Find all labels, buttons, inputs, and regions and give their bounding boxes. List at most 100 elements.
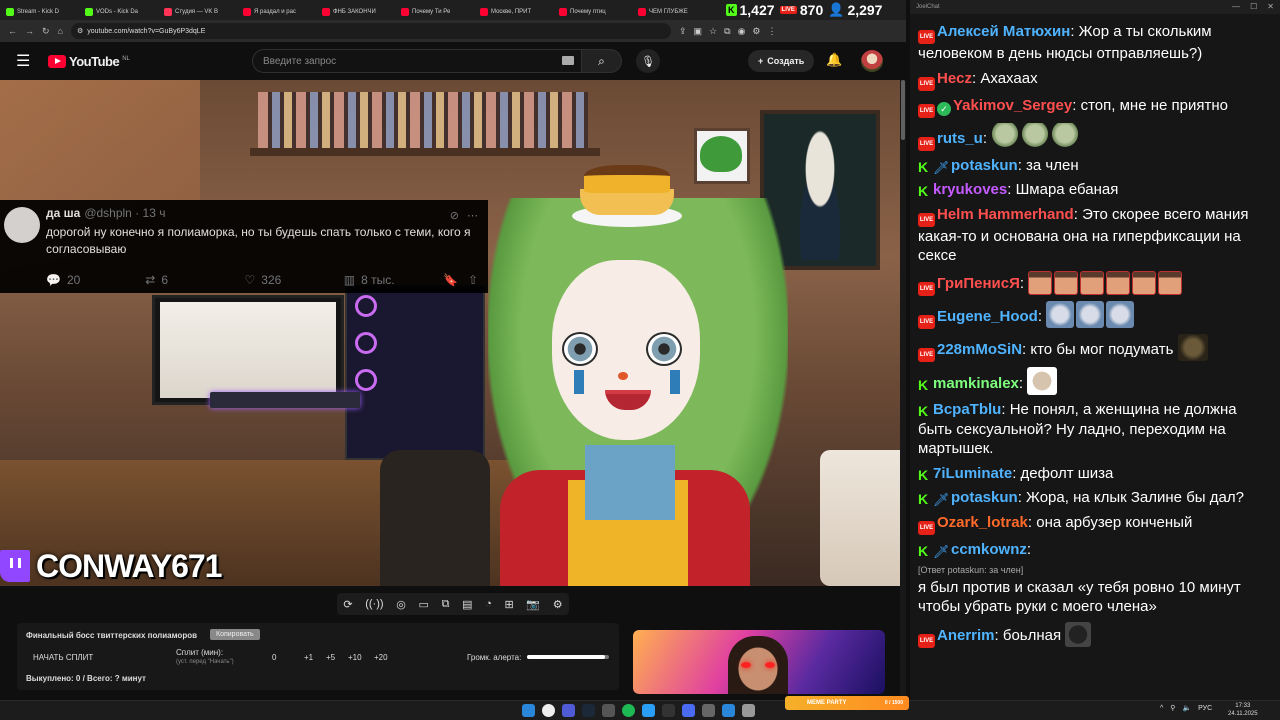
chat-username[interactable]: potaskun (951, 157, 1018, 174)
chat-username[interactable]: potaskun (951, 489, 1018, 506)
app-icon[interactable] (702, 704, 715, 717)
chat-username[interactable]: Anerrim (937, 627, 995, 644)
zoom-icon[interactable]: ⊞ (505, 598, 514, 611)
spotify-icon[interactable] (622, 704, 635, 717)
chat-message: LIVE ГриПенисЯ: (918, 270, 1274, 296)
tab-label: VODs - Kick Da (96, 8, 139, 15)
more-icon[interactable]: ⋮ (768, 26, 777, 37)
maximize-icon[interactable]: ☐ (1250, 2, 1257, 11)
youtube-logo[interactable]: YouTube NL (48, 54, 130, 69)
chat-username[interactable]: 7iLuminate (933, 465, 1012, 482)
url-field[interactable]: ⚙ youtube.com/watch?v=GuBy6P3dqLE (70, 23, 671, 39)
browser-tab[interactable]: Stream - Kick D (2, 3, 80, 20)
forward-icon[interactable]: → (25, 26, 34, 36)
menu-icon[interactable]: ☰ (16, 51, 40, 71)
create-label: Создать (767, 56, 805, 66)
browser-tab[interactable]: Я раздал и рас (239, 3, 317, 20)
notifications-bell-icon[interactable]: 🔔 (826, 52, 842, 68)
mini-player-icon[interactable]: ▤ (462, 598, 472, 611)
language-indicator[interactable]: РУС (1198, 705, 1212, 712)
video-thumbnail[interactable] (633, 630, 885, 694)
pip-icon[interactable]: ▣ (694, 26, 703, 37)
chat-username[interactable]: ccmkownz (951, 541, 1027, 558)
add-10-button[interactable]: +10 (348, 653, 362, 662)
page-scrollbar[interactable] (900, 80, 906, 700)
scrollbar-thumb[interactable] (901, 80, 905, 140)
chat-username[interactable]: ruts_u (937, 130, 983, 147)
chat-message: K 🗡potaskun: Жора, на клык Залине бы дал? (918, 488, 1274, 508)
split-minutes-value[interactable]: 0 (272, 653, 276, 662)
loop-icon[interactable]: ⟳ (343, 598, 352, 611)
close-icon[interactable]: ✕ (1267, 2, 1274, 11)
add-5-button[interactable]: +5 (326, 653, 335, 662)
browser-tab[interactable]: ЧЕМ ГЛУБЖЕ (634, 3, 712, 20)
chrome-icon[interactable] (542, 704, 555, 717)
screenshot-icon[interactable]: ◎ (396, 598, 406, 611)
create-button[interactable]: + Создать (748, 50, 815, 72)
discord-icon[interactable] (562, 704, 575, 717)
search-input[interactable] (252, 49, 582, 73)
app-icon[interactable] (602, 704, 615, 717)
browser-toolbar-icons: ⇪ ▣ ☆ ⧉ ◉ ⚙ ⋮ (679, 26, 777, 37)
theater-icon[interactable]: ▭ (419, 598, 429, 611)
app-icon[interactable] (722, 704, 735, 717)
browser-tab[interactable]: Почему птиц (555, 3, 633, 20)
obs-icon[interactable] (662, 704, 675, 717)
camera-icon[interactable]: 📷 (526, 598, 540, 611)
start-split-button[interactable]: НАЧАТЬ СПЛИТ (33, 653, 93, 662)
speed-icon[interactable]: ◔ (485, 598, 492, 610)
chat-username[interactable]: 228mMoSiN (937, 341, 1022, 358)
app-icon[interactable] (682, 704, 695, 717)
yt-favicon-icon (480, 7, 488, 16)
windows-start-icon[interactable] (522, 704, 535, 717)
chat-username[interactable]: Алексей Матюхин (937, 23, 1070, 40)
browser-tab[interactable]: VODs - Kick Da (81, 3, 159, 20)
chat-username[interactable]: Eugene_Hood (937, 308, 1038, 325)
chat-username[interactable]: ГриПенисЯ (937, 275, 1020, 292)
share-icon[interactable]: ⇪ (679, 26, 687, 37)
chat-username[interactable]: Ozark_lotrak (937, 514, 1028, 531)
chat-username[interactable]: Hecz (937, 70, 972, 87)
gear-icon[interactable]: ⚙ (553, 598, 563, 611)
chat-username[interactable]: BcpaTblu (933, 401, 1001, 418)
chat-username[interactable]: mamkinalex (933, 375, 1019, 392)
browser-tab[interactable]: Почему Ти Ре (397, 3, 475, 20)
chat-username[interactable]: kryukoves (933, 181, 1007, 198)
tweet-header: да ша @dshpln · 13 ч (46, 206, 478, 220)
chat-username[interactable]: Yakimov_Sergey (953, 97, 1072, 114)
chat-message: LIVE ruts_u: (918, 122, 1274, 151)
pip-icon[interactable]: ⧉ (442, 598, 450, 611)
bookmark-icon[interactable]: ☆ (709, 26, 717, 37)
volume-icon[interactable]: 🔈 (1182, 704, 1191, 712)
home-icon[interactable]: ⌂ (58, 26, 63, 36)
alert-volume-slider[interactable] (527, 655, 609, 659)
telegram-icon[interactable] (642, 704, 655, 717)
avatar[interactable] (861, 50, 883, 72)
video-player[interactable]: да ша @dshpln · 13 ч ⊘ ⋯ дорогой ну коне… (0, 80, 900, 586)
network-icon[interactable]: ⚲ (1170, 704, 1175, 712)
mic-icon[interactable]: 🎙 (636, 49, 660, 73)
chat-username[interactable]: Helm Hammerhand (937, 206, 1074, 223)
search-icon[interactable]: ⌕ (582, 49, 622, 73)
profile-icon[interactable]: ◉ (738, 26, 746, 37)
back-icon[interactable]: ← (8, 26, 17, 36)
browser-tab[interactable]: ФНБ ЗАКОНЧИ (318, 3, 396, 20)
minimize-icon[interactable]: — (1232, 2, 1240, 11)
steam-icon[interactable] (582, 704, 595, 717)
app-icon[interactable] (742, 704, 755, 717)
chevron-up-icon[interactable]: ^ (1160, 705, 1163, 712)
site-info-icon[interactable]: ⚙ (77, 27, 83, 35)
keyboard-icon[interactable] (562, 56, 574, 65)
add-20-button[interactable]: +20 (374, 653, 388, 662)
browser-tab[interactable]: Москве, ПРИТ (476, 3, 554, 20)
extensions-icon[interactable]: ⧉ (724, 26, 730, 37)
settings-icon[interactable]: ⚙ (752, 26, 760, 37)
tweet-header-icons: ⊘ ⋯ (450, 209, 478, 222)
audio-icon[interactable]: ((·)) (365, 598, 383, 610)
browser-tab[interactable]: Студия — VK В (160, 3, 238, 20)
reload-icon[interactable]: ↻ (42, 26, 50, 37)
copy-button[interactable]: Копировать (210, 629, 260, 640)
yt-favicon-icon (243, 7, 251, 16)
clock[interactable]: 17:33 24.11.2025 (1228, 702, 1258, 718)
add-1-button[interactable]: +1 (304, 653, 313, 662)
